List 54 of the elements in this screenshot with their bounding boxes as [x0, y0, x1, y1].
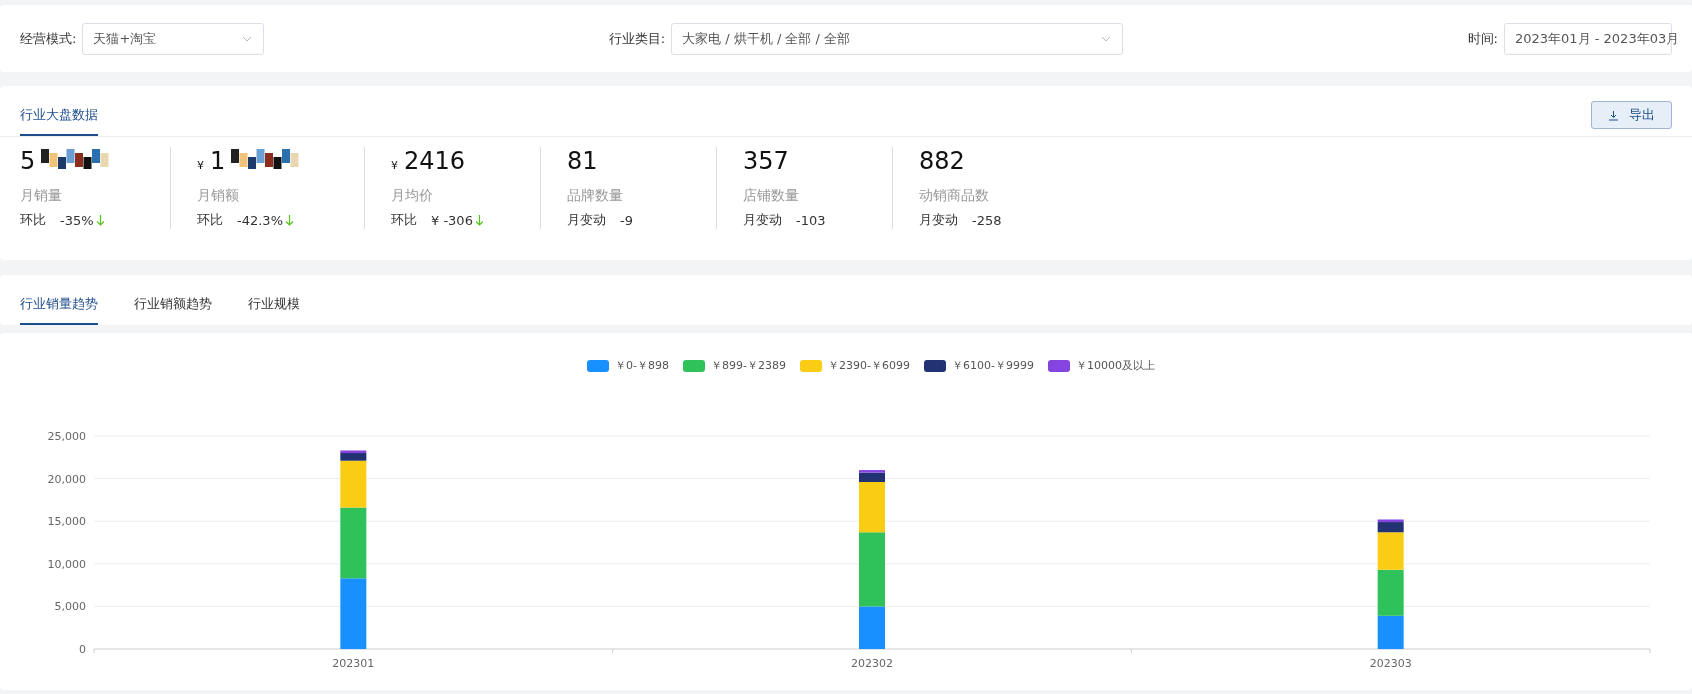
change-label: 环比	[391, 211, 417, 229]
axis-tick-label: 5,000	[54, 600, 86, 614]
change-label: 月变动	[567, 211, 606, 229]
change-value: ¥ -306	[431, 212, 473, 228]
legend-label: ￥10000及以上	[1075, 358, 1155, 373]
bar-segment	[1377, 569, 1404, 616]
change-label: 环比	[197, 211, 223, 229]
axis-tick-label: 20,000	[47, 472, 86, 486]
change-label: 环比	[20, 211, 46, 229]
change-value: -103	[796, 212, 826, 228]
axis-tick-label: 202302	[851, 657, 893, 670]
stat-label: 月均价	[391, 187, 434, 205]
change-label: 月变动	[919, 211, 958, 229]
stat-label: 店铺数量	[743, 187, 800, 205]
bar-segment	[1377, 615, 1404, 649]
stat-label: 月销额	[197, 187, 240, 205]
currency-symbol: ¥	[197, 159, 204, 172]
tab[interactable]: 行业大盘数据	[20, 106, 98, 136]
axis-tick-label: 10,000	[47, 557, 86, 571]
stat-value: 882	[919, 147, 965, 175]
stat-value: 2416	[404, 147, 466, 175]
tab[interactable]: 行业销额趋势	[134, 295, 212, 325]
export-button[interactable]: 导出	[1591, 101, 1672, 129]
dropdown-field[interactable]: 大家电 / 烘干机 / 全部 / 全部	[671, 22, 1124, 55]
dropdown-field[interactable]: 天猫+淘宝	[82, 22, 265, 55]
axis-tick-label: 202303	[1369, 657, 1412, 670]
stat-value: 5	[20, 147, 36, 175]
legend-label: ￥899-￥2389	[711, 358, 786, 373]
tab[interactable]: 行业规模	[248, 295, 300, 325]
stat-label: 月销量	[20, 187, 63, 205]
tab[interactable]: 行业销量趋势	[20, 295, 98, 325]
change-label: 月变动	[743, 211, 782, 229]
legend-label: ￥6100-￥9999	[951, 358, 1034, 373]
legend-label: ￥0-￥898	[615, 358, 670, 373]
filter-label: 时间:	[1467, 29, 1498, 48]
stat-label: 动销商品数	[919, 187, 990, 205]
axis-tick-label: 202301	[332, 657, 375, 670]
axis-tick-label: 15,000	[47, 515, 86, 529]
stat-value: 1	[210, 147, 226, 175]
currency-symbol: ¥	[391, 159, 398, 172]
stat-label: 品牌数量	[567, 187, 624, 205]
change-value: -258	[972, 212, 1002, 228]
download-icon	[1608, 109, 1619, 121]
stat-value: 357	[743, 147, 789, 175]
filter-label: 经营模式:	[20, 29, 77, 48]
bar-segment	[340, 578, 367, 649]
change-value: -35%	[60, 212, 94, 228]
change-value: -42.3%	[237, 212, 283, 228]
axis-tick-label: 0	[79, 643, 86, 656]
legend-label: ￥2390-￥6099	[828, 358, 910, 373]
stat-value: 81	[567, 147, 598, 175]
change-value: -9	[620, 212, 633, 228]
axis-tick-label: 25,000	[47, 430, 86, 443]
filter-label: 行业类目:	[608, 29, 666, 48]
